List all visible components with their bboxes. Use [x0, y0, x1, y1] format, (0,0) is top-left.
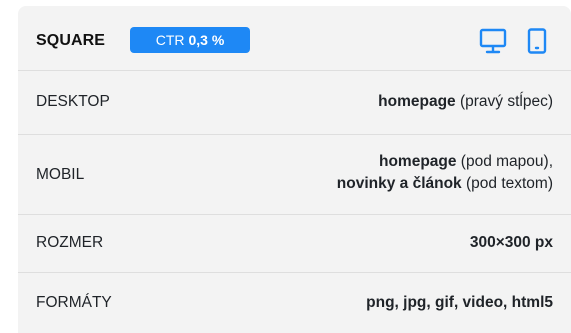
- row-value: homepage (pod mapou), novinky a článok (…: [336, 153, 553, 192]
- row-label: MOBIL: [36, 166, 85, 183]
- row-label: ROZMER: [36, 234, 104, 251]
- row-value: 300×300 px: [469, 234, 553, 251]
- ctr-badge: CTR 0,3 %: [130, 27, 250, 53]
- row-desktop: DESKTOP homepage (pravý stĺpec): [18, 70, 571, 134]
- ad-format-card: SQUARE CTR 0,3 % DESKTOP homepage (pravý…: [18, 6, 571, 333]
- desktop-icon[interactable]: [479, 28, 507, 59]
- row-value: png, jpg, gif, video, html5: [366, 294, 553, 311]
- card-header: SQUARE CTR 0,3 %: [18, 6, 571, 70]
- row-rozmer: ROZMER 300×300 px: [18, 214, 571, 272]
- row-label: DESKTOP: [36, 93, 110, 110]
- format-title: SQUARE: [36, 32, 106, 49]
- row-label: FORMÁTY: [36, 294, 112, 311]
- ctr-prefix: CTR: [155, 32, 185, 48]
- row-formaty: FORMÁTY png, jpg, gif, video, html5: [18, 272, 571, 333]
- ctr-value: 0,3 %: [188, 32, 225, 48]
- mobile-icon[interactable]: [527, 28, 547, 59]
- row-mobil: MOBIL homepage (pod mapou), novinky a čl…: [18, 134, 571, 214]
- row-value: homepage (pravý stĺpec): [378, 93, 553, 110]
